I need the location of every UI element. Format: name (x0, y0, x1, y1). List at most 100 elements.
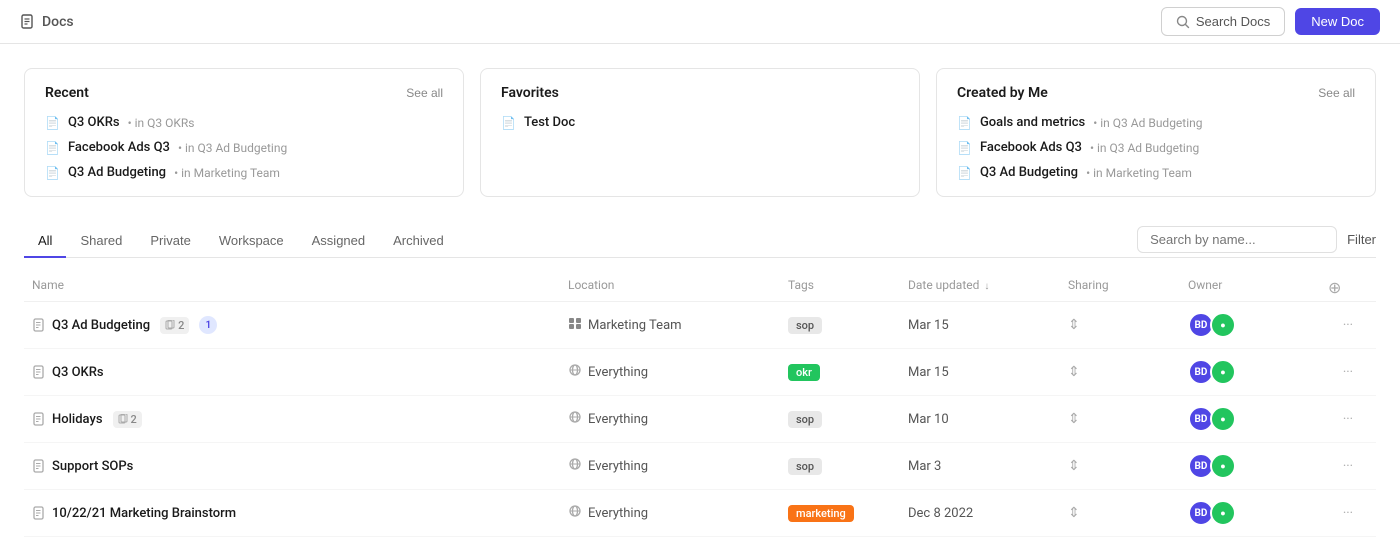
table-row: Q3 Ad Budgeting 2 1 Marketing Team sop M… (24, 302, 1376, 349)
avatar: ● (1210, 359, 1236, 385)
row-sharing-cell: ⇕ (1068, 505, 1188, 521)
row-owner-cell: BD ● (1188, 500, 1328, 526)
doc-name: Q3 Ad Budgeting (68, 165, 166, 180)
doc-row-icon (32, 412, 46, 426)
row-actions-cell[interactable]: ··· (1328, 506, 1368, 521)
row-tags-cell: marketing (788, 505, 908, 522)
share-icon: ⇕ (1068, 317, 1080, 333)
pages-badge: 2 (160, 317, 189, 334)
list-item[interactable]: 📄 Q3 Ad Budgeting • in Marketing Team (45, 165, 443, 180)
sort-arrow-icon: ↓ (984, 281, 989, 292)
row-date-cell: Mar 10 (908, 412, 1068, 427)
doc-location: • in Q3 Ad Budgeting (178, 141, 287, 155)
new-doc-button[interactable]: New Doc (1295, 8, 1380, 35)
tab-assigned[interactable]: Assigned (298, 225, 379, 258)
row-sharing-cell: ⇕ (1068, 411, 1188, 427)
docs-title: Docs (42, 14, 74, 30)
row-actions-cell[interactable]: ··· (1328, 459, 1368, 474)
avatar: ● (1210, 500, 1236, 526)
row-doc-name[interactable]: Holidays (52, 412, 103, 427)
favorites-card: Favorites 📄 Test Doc (480, 68, 920, 197)
doc-icon: 📄 (45, 166, 60, 180)
col-header-date: Date updated ↓ (908, 278, 1068, 297)
row-doc-name[interactable]: Q3 OKRs (52, 365, 104, 380)
favorites-card-header: Favorites (501, 85, 899, 101)
tag-badge: sop (788, 317, 822, 334)
doc-name: Q3 Ad Budgeting (980, 165, 1078, 180)
row-actions-cell[interactable]: ··· (1328, 412, 1368, 427)
created-by-me-card: Created by Me See all 📄 Goals and metric… (936, 68, 1376, 197)
tab-all[interactable]: All (24, 225, 66, 258)
tag-badge: sop (788, 458, 822, 475)
doc-row-icon (32, 318, 46, 332)
row-actions-cell[interactable]: ··· (1328, 365, 1368, 380)
table-row: Holidays 2 Everything sop Mar 10 ⇕ (24, 396, 1376, 443)
row-location-name: Everything (588, 459, 648, 474)
recent-see-all[interactable]: See all (406, 86, 443, 100)
doc-location: • in Q3 OKRs (128, 116, 195, 130)
doc-icon: 📄 (957, 166, 972, 180)
tab-workspace[interactable]: Workspace (205, 225, 298, 258)
pages-icon (118, 414, 128, 424)
tabs-row: All Shared Private Workspace Assigned Ar… (24, 225, 1376, 258)
share-icon: ⇕ (1068, 505, 1080, 521)
list-item[interactable]: 📄 Q3 Ad Budgeting • in Marketing Team (957, 165, 1355, 180)
share-icon: ⇕ (1068, 364, 1080, 380)
location-icon (568, 504, 582, 522)
add-col-icon[interactable]: ⊕ (1328, 278, 1368, 297)
table-row: Q3 OKRs Everything okr Mar 15 ⇕ BD ● (24, 349, 1376, 396)
avatar-group: BD ● (1188, 312, 1236, 338)
filter-button[interactable]: Filter (1347, 232, 1376, 247)
row-location-cell: Everything (568, 363, 788, 381)
created-see-all[interactable]: See all (1318, 86, 1355, 100)
row-name-cell: Q3 OKRs (32, 365, 568, 380)
row-owner-cell: BD ● (1188, 359, 1328, 385)
tab-private[interactable]: Private (136, 225, 204, 258)
doc-location: • in Marketing Team (1086, 166, 1192, 180)
list-item[interactable]: 📄 Q3 OKRs • in Q3 OKRs (45, 115, 443, 130)
row-location-cell: Everything (568, 410, 788, 428)
row-date-cell: Mar 3 (908, 459, 1068, 474)
search-by-name-input[interactable] (1137, 226, 1337, 253)
location-icon (568, 316, 582, 334)
search-docs-button[interactable]: Search Docs (1161, 7, 1285, 36)
created-by-me-title: Created by Me (957, 85, 1048, 101)
tag-badge: marketing (788, 505, 854, 522)
doc-name: Facebook Ads Q3 (980, 140, 1082, 155)
row-doc-name[interactable]: 10/22/21 Marketing Brainstorm (52, 506, 236, 521)
tab-shared[interactable]: Shared (66, 225, 136, 258)
row-doc-name[interactable]: Support SOPs (52, 459, 133, 474)
table-row: 10/22/21 Marketing Brainstorm Everything… (24, 490, 1376, 537)
pages-badge: 2 (113, 411, 142, 428)
doc-row-icon (32, 459, 46, 473)
row-location-name: Everything (588, 412, 648, 427)
row-location-cell: Everything (568, 504, 788, 522)
row-name-cell: 10/22/21 Marketing Brainstorm (32, 506, 568, 521)
tab-archived[interactable]: Archived (379, 225, 458, 258)
row-name-cell: Holidays 2 (32, 411, 568, 428)
row-location-name: Marketing Team (588, 318, 682, 333)
row-doc-name[interactable]: Q3 Ad Budgeting (52, 318, 150, 333)
row-name-cell: Support SOPs (32, 459, 568, 474)
avatar-group: BD ● (1188, 406, 1236, 432)
list-item[interactable]: 📄 Goals and metrics • in Q3 Ad Budgeting (957, 115, 1355, 130)
avatar: ● (1210, 453, 1236, 479)
doc-location: • in Q3 Ad Budgeting (1093, 116, 1202, 130)
row-tags-cell: okr (788, 364, 908, 381)
list-item[interactable]: 📄 Facebook Ads Q3 • in Q3 Ad Budgeting (45, 140, 443, 155)
list-item[interactable]: 📄 Test Doc (501, 115, 899, 130)
row-date-cell: Mar 15 (908, 365, 1068, 380)
list-item[interactable]: 📄 Facebook Ads Q3 • in Q3 Ad Budgeting (957, 140, 1355, 155)
header-right: Search Docs New Doc (1161, 7, 1380, 36)
doc-name: Facebook Ads Q3 (68, 140, 170, 155)
table-header: Name Location Tags Date updated ↓ Sharin… (24, 274, 1376, 302)
row-actions-cell[interactable]: ··· (1328, 318, 1368, 333)
avatar: ● (1210, 312, 1236, 338)
docs-table: Name Location Tags Date updated ↓ Sharin… (24, 274, 1376, 537)
location-icon (568, 410, 582, 428)
doc-row-icon (32, 506, 46, 520)
new-doc-label: New Doc (1311, 14, 1364, 29)
doc-icon: 📄 (957, 116, 972, 130)
col-header-name: Name (32, 278, 568, 297)
mention-badge: 1 (199, 316, 217, 334)
